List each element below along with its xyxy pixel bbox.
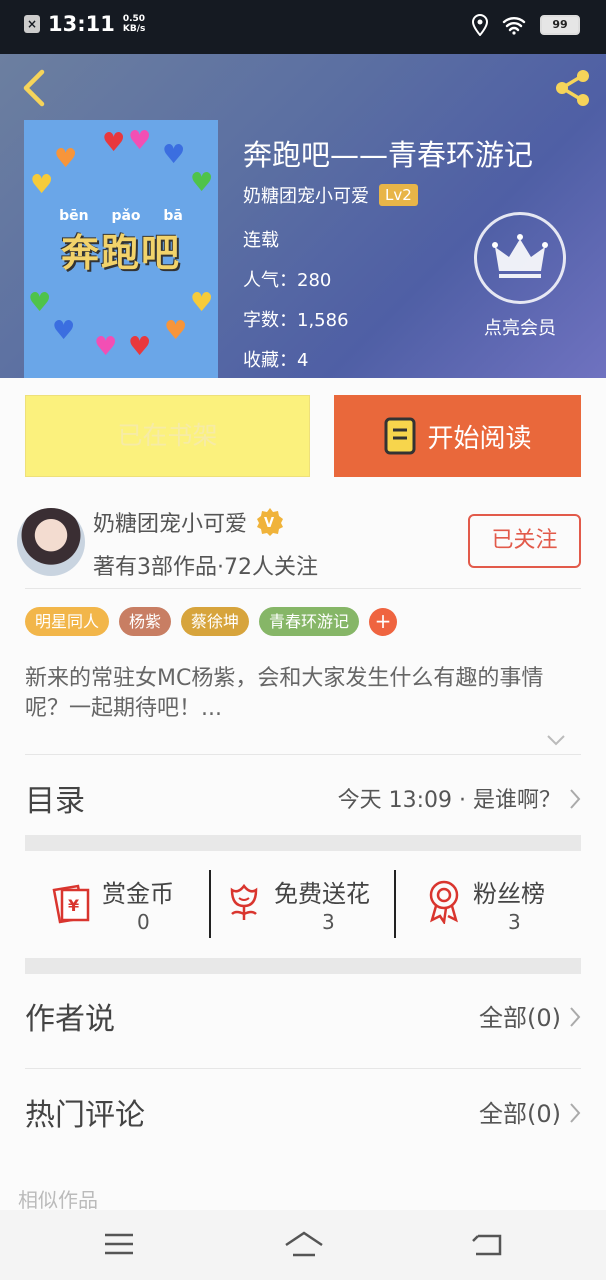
heart-icon: ♥ <box>128 332 152 362</box>
follow-button[interactable]: 已关注 <box>468 514 581 568</box>
book-header: ♥ ♥ ♥ ♥ ♥ ♥ bēn pǎo bā 奔跑吧 ♥ ♥ ♥ ♥ ♥ ♥ 奔… <box>0 54 606 378</box>
tag-item[interactable]: 青春环游记 <box>259 607 360 636</box>
location-icon <box>472 14 488 36</box>
add-tag-button[interactable]: + <box>369 607 398 636</box>
red-envelope-icon: ¥ <box>52 884 90 924</box>
heart-icon: ♥ <box>102 128 126 158</box>
free-flower-stat[interactable]: 免费送花 3 <box>224 868 390 938</box>
in-bookshelf-button[interactable]: 已在书架 <box>25 395 310 477</box>
status-bar: × 13:11 0.50 KB/s 99 <box>0 0 606 54</box>
author-says-title: 作者说 <box>25 1002 115 1037</box>
author-level-badge: Lv2 <box>379 184 418 206</box>
catalog-row[interactable]: 目录 今天 13:09 · 是谁啊？ <box>25 762 581 832</box>
svg-text:V: V <box>264 516 274 531</box>
heart-icon: ♥ <box>28 288 52 318</box>
hot-comments-link: 全部(0) <box>479 1100 561 1128</box>
heart-icon: ♥ <box>164 316 188 346</box>
system-nav-bar <box>0 1210 606 1280</box>
vip-button[interactable] <box>474 212 566 304</box>
fan-ranking-label: 粉丝榜 <box>473 880 545 908</box>
book-icon <box>384 417 416 455</box>
tag-item[interactable]: 杨紫 <box>119 607 172 636</box>
no-sim-icon: × <box>24 15 40 33</box>
heart-icon: ♥ <box>128 126 152 156</box>
author-says-row[interactable]: 作者说 全部(0) <box>25 980 581 1050</box>
author-stats: 著有3部作品·72人关注 <box>93 555 318 580</box>
net-speed: 0.50 KB/s <box>123 14 145 34</box>
heart-icon: ♥ <box>190 168 214 198</box>
share-button[interactable] <box>550 66 594 110</box>
crown-icon <box>492 234 548 278</box>
expand-chevron-icon[interactable] <box>546 733 566 747</box>
divider <box>25 588 581 589</box>
medal-icon <box>429 880 459 924</box>
catalog-latest: 今天 13:09 · 是谁啊？ <box>337 788 561 813</box>
start-reading-button[interactable]: 开始阅读 <box>334 395 581 477</box>
catalog-title: 目录 <box>25 784 85 819</box>
hot-comments-title: 热门评论 <box>25 1098 145 1133</box>
verified-badge-icon: V <box>257 508 284 536</box>
author-says-link: 全部(0) <box>479 1004 561 1032</box>
reward-coins-label: 赏金币 <box>102 880 174 908</box>
heart-icon: ♥ <box>54 144 78 174</box>
heart-icon: ♥ <box>94 332 118 362</box>
author-avatar[interactable] <box>17 508 85 576</box>
svg-text:¥: ¥ <box>68 896 79 915</box>
reward-coins-value: 0 <box>137 910 150 934</box>
tag-item[interactable]: 蔡徐坤 <box>181 607 250 636</box>
flower-icon <box>230 883 258 920</box>
book-description: 新来的常驻女MC杨紫，会和大家发生什么有趣的事情呢？一起期待吧！... <box>25 666 544 721</box>
status-time: 13:11 <box>48 12 115 36</box>
net-speed-value: 0.50 <box>122 14 146 24</box>
book-cover[interactable]: ♥ ♥ ♥ ♥ ♥ ♥ bēn pǎo bā 奔跑吧 ♥ ♥ ♥ ♥ ♥ ♥ <box>24 120 218 378</box>
book-status: 连载 <box>243 230 279 251</box>
reward-coins-stat[interactable]: ¥ 赏金币 0 <box>48 868 198 938</box>
book-favorites: 收藏：4 <box>243 350 309 371</box>
back-nav-icon[interactable] <box>470 1228 506 1260</box>
wifi-icon <box>502 17 526 35</box>
tag-item[interactable]: 明星同人 <box>25 607 110 636</box>
home-icon[interactable] <box>283 1228 325 1260</box>
section-divider <box>25 958 581 974</box>
book-detail-body: 已在书架 开始阅读 奶糖团宠小可爱 V 著有3部作品·72人关注 已关注 明星同… <box>0 378 606 1212</box>
chevron-right-icon <box>570 1103 581 1123</box>
heart-icon: ♥ <box>52 316 76 346</box>
free-flower-value: 3 <box>322 910 335 934</box>
section-divider <box>25 835 581 851</box>
book-word-count: 字数：1,586 <box>243 310 349 331</box>
back-arrow-icon <box>23 69 45 107</box>
stat-separator <box>209 870 211 938</box>
book-author-row: 奶糖团宠小可爱 Lv2 <box>243 182 418 208</box>
book-popularity: 人气：280 <box>243 270 332 291</box>
stat-separator <box>394 870 396 938</box>
battery-indicator: 99 <box>540 15 580 35</box>
status-left: × 13:11 0.50 KB/s <box>24 12 145 36</box>
similar-works-title: 相似作品 <box>18 1188 98 1212</box>
heart-icon: ♥ <box>190 288 214 318</box>
book-author[interactable]: 奶糖团宠小可爱 <box>243 182 369 208</box>
back-button[interactable] <box>16 68 52 108</box>
book-title: 奔跑吧——青春环游记 <box>243 138 534 172</box>
menu-icon[interactable] <box>101 1228 137 1260</box>
heart-icon: ♥ <box>30 170 54 200</box>
hot-comments-row[interactable]: 热门评论 全部(0) <box>25 1076 581 1146</box>
tag-list: 明星同人 杨紫 蔡徐坤 青春环游记 + <box>25 607 398 636</box>
heart-icon: ♥ <box>162 140 186 170</box>
status-right: 99 <box>472 14 580 36</box>
start-reading-label: 开始阅读 <box>427 423 532 454</box>
divider <box>25 754 581 755</box>
author-name[interactable]: 奶糖团宠小可爱 <box>93 506 247 538</box>
vip-label: 点亮会员 <box>484 318 556 339</box>
chevron-right-icon <box>570 789 581 809</box>
divider <box>25 1068 581 1069</box>
net-speed-unit: KB/s <box>122 24 146 34</box>
fan-ranking-value: 3 <box>508 910 521 934</box>
fan-ranking-stat[interactable]: 粉丝榜 3 <box>424 868 564 938</box>
share-icon <box>556 70 589 106</box>
author-name-row: 奶糖团宠小可爱 V <box>93 506 285 538</box>
free-flower-label: 免费送花 <box>274 880 370 908</box>
chevron-right-icon <box>570 1007 581 1027</box>
cover-title: 奔跑吧 <box>60 231 181 275</box>
